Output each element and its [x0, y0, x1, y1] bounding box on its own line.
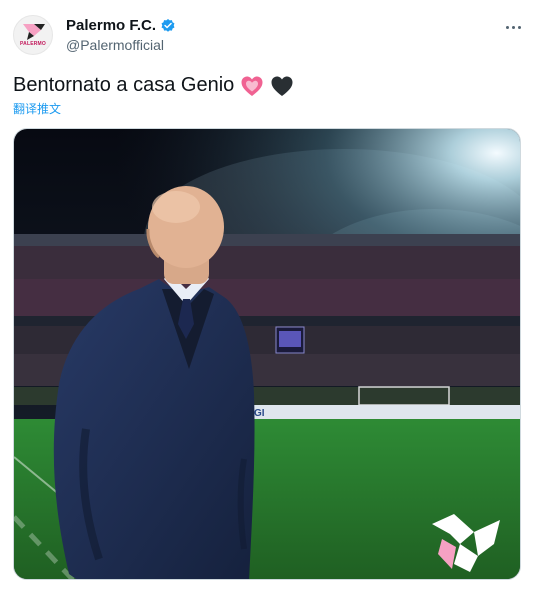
- display-name[interactable]: Palermo F.C.: [66, 17, 156, 34]
- palermo-logo-icon: [23, 24, 45, 40]
- tweet-text-content: Bentornato a casa Genio: [13, 74, 235, 96]
- black-heart-emoji-icon: [271, 76, 293, 96]
- sparkling-heart-emoji-icon: [241, 76, 263, 96]
- more-dot-icon: [511, 25, 515, 29]
- more-dot-icon: [505, 25, 509, 29]
- tweet-text: Bentornato a casa Genio: [13, 74, 294, 97]
- stadium-photo-image: GI: [14, 129, 520, 579]
- user-handle[interactable]: @Palermofficial: [66, 37, 164, 53]
- translate-tweet-link[interactable]: 翻译推文: [13, 100, 61, 117]
- tweet-photo[interactable]: GI: [13, 128, 521, 580]
- avatar-caption: PALERMO: [19, 41, 47, 47]
- author-name-row[interactable]: Palermo F.C.: [66, 17, 176, 34]
- more-options-button[interactable]: [500, 16, 526, 38]
- verified-badge-icon: [161, 18, 175, 32]
- advertising-board-text: GI: [254, 408, 265, 419]
- more-dot-icon: [517, 25, 521, 29]
- avatar[interactable]: PALERMO: [13, 15, 53, 55]
